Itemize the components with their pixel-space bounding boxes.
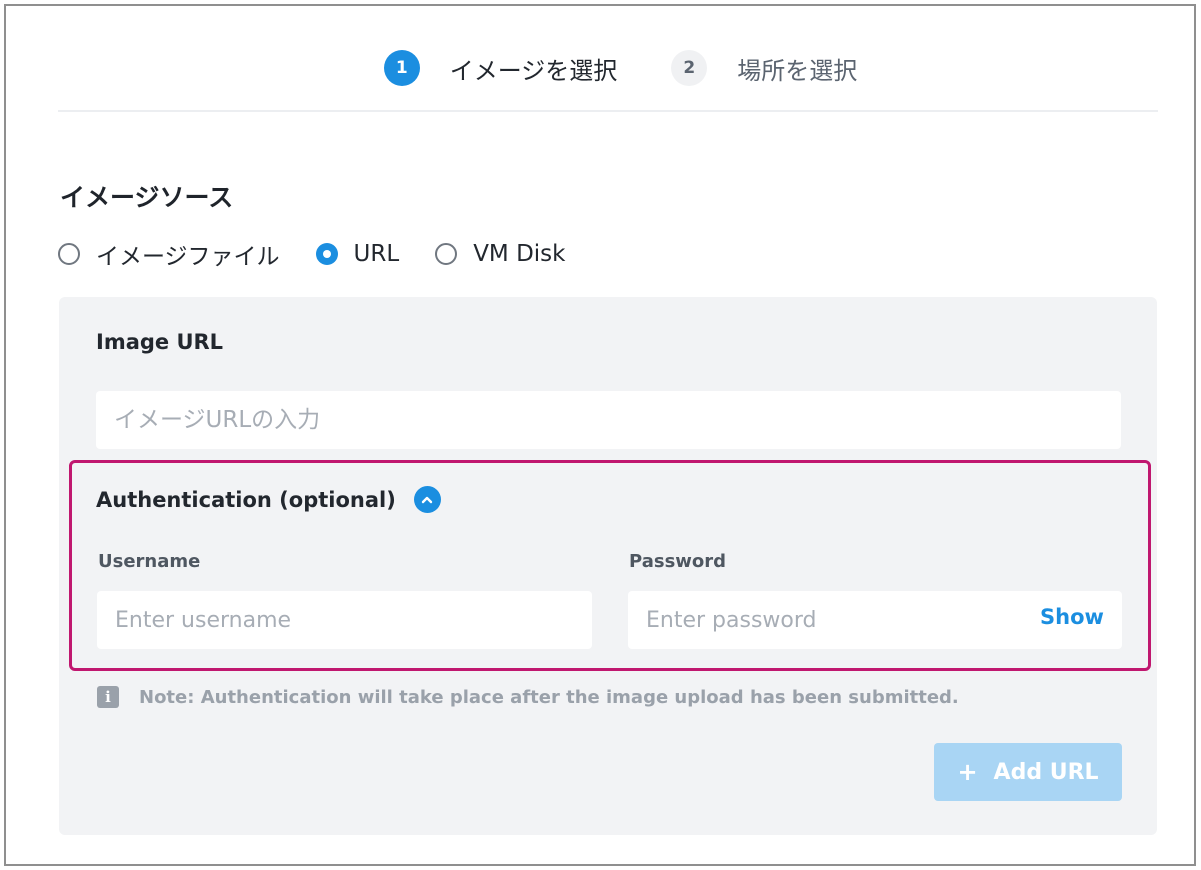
step-select-location[interactable]: 2 場所を選択 [671, 50, 857, 86]
show-password-button[interactable]: Show [1040, 605, 1104, 629]
radio-option-url[interactable]: URL [315, 241, 400, 267]
radio-label: URL [353, 241, 400, 267]
step-label: イメージを選択 [449, 56, 618, 85]
radio-button[interactable] [58, 243, 80, 265]
authentication-toggle[interactable]: Authentication (optional) [96, 486, 441, 513]
add-url-label: Add URL [993, 759, 1099, 785]
plus-icon: + [957, 758, 978, 786]
radio-option-image-file[interactable]: イメージファイル [58, 237, 280, 271]
step-select-image[interactable]: 1 イメージを選択 [383, 50, 618, 86]
step-label: 場所を選択 [737, 56, 858, 85]
username-label: Username [98, 551, 201, 572]
radio-option-vm-disk[interactable]: VM Disk [435, 241, 565, 267]
username-input[interactable] [97, 591, 592, 649]
info-icon: i [97, 686, 119, 708]
step-number-badge: 1 [383, 50, 420, 86]
radio-button-selected[interactable] [315, 243, 338, 265]
radio-label: イメージファイル [96, 244, 280, 270]
step-number-badge: 2 [671, 50, 708, 86]
authentication-note: i Note: Authentication will take place a… [97, 686, 959, 708]
add-url-button[interactable]: + Add URL [934, 743, 1122, 801]
stepper-divider [58, 110, 1158, 112]
image-url-input[interactable] [96, 391, 1121, 449]
authentication-title: Authentication (optional) [96, 487, 396, 512]
password-label: Password [629, 551, 727, 572]
image-source-radio-group: イメージファイル URL VM Disk [58, 236, 601, 272]
image-source-title: イメージソース [60, 183, 234, 212]
note-text: Note: Authentication will take place aft… [139, 686, 959, 708]
radio-button[interactable] [435, 243, 458, 265]
image-url-label: Image URL [96, 330, 224, 354]
radio-label: VM Disk [473, 241, 566, 267]
stepper: 1 イメージを選択 2 場所を選択 [0, 48, 1201, 88]
chevron-up-icon[interactable] [413, 486, 441, 513]
